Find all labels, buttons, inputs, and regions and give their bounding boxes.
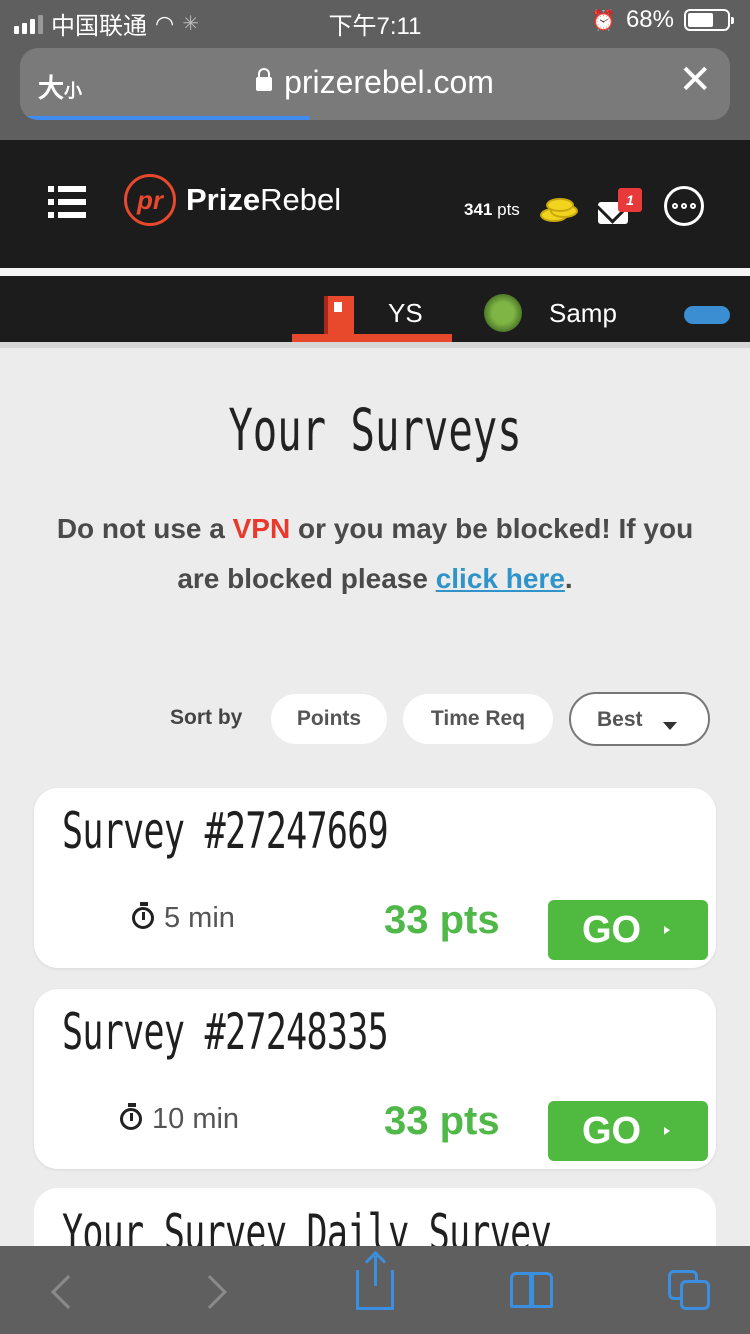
go-button[interactable]: GO xyxy=(548,900,708,960)
more-options-icon[interactable] xyxy=(664,186,704,226)
survey-duration: 5 min xyxy=(132,902,235,935)
stopwatch-icon xyxy=(120,1103,142,1130)
sort-selected-value: Best xyxy=(597,708,643,731)
sort-points-button[interactable]: Points xyxy=(271,694,387,744)
status-bar: 中国联通 ◠ ✳ 下午7:11 ⏰ 68% xyxy=(0,0,750,40)
status-right: ⏰ 68% xyxy=(591,6,734,34)
flag-icon xyxy=(324,296,354,334)
play-icon xyxy=(664,926,670,934)
logo-wordmark: PrizeRebel xyxy=(186,182,342,217)
survey-card[interactable]: Survey #27248335 10 min 33 pts GO xyxy=(34,989,716,1169)
sort-time-button[interactable]: Time Req xyxy=(403,694,553,744)
tab-divider xyxy=(0,342,750,348)
battery-icon xyxy=(684,9,734,31)
page-load-progress xyxy=(26,116,310,120)
stopwatch-icon xyxy=(132,902,154,929)
vpn-notice: Do not use a VPN or you may be blocked! … xyxy=(56,513,694,594)
play-icon xyxy=(664,1127,670,1135)
active-tab-indicator xyxy=(292,334,452,342)
survey-duration: 10 min xyxy=(120,1103,239,1136)
browser-address-area: 大小 prizerebel.com ✕ xyxy=(0,40,750,140)
survey-card[interactable]: Survey #27247669 5 min 33 pts GO xyxy=(34,788,716,968)
prizerebel-logo[interactable]: pr PrizeRebel xyxy=(124,174,341,226)
tab-your-surveys[interactable]: YS xyxy=(292,276,452,342)
back-icon[interactable] xyxy=(51,1275,85,1309)
tab-label: Samp xyxy=(549,298,617,328)
url-display[interactable]: prizerebel.com xyxy=(20,64,730,101)
mail-badge: 1 xyxy=(618,188,642,212)
forward-icon[interactable] xyxy=(193,1275,227,1309)
header-divider xyxy=(0,268,750,276)
section-tabs: YS Samp xyxy=(0,276,750,342)
survey-points: 33 pts xyxy=(384,898,500,942)
sort-select[interactable]: Best xyxy=(569,692,710,746)
tabs-icon[interactable] xyxy=(668,1270,712,1310)
survey-title: Survey #27247669 xyxy=(62,802,389,860)
battery-percent: 68% xyxy=(625,6,674,33)
survey-points: 33 pts xyxy=(384,1099,500,1143)
logo-mark: pr xyxy=(124,174,176,226)
site-header: pr PrizeRebel 341 pts 1 xyxy=(0,140,750,268)
survey-title: Survey #27248335 xyxy=(62,1003,389,1061)
click-here-link[interactable]: click here xyxy=(436,563,565,594)
bookmarks-icon[interactable] xyxy=(510,1272,556,1308)
page-title: Your Surveys xyxy=(228,396,522,464)
go-button[interactable]: GO xyxy=(548,1101,708,1161)
url-text: prizerebel.com xyxy=(284,64,494,100)
alarm-icon: ⏰ xyxy=(591,9,616,32)
sort-bar: Sort by Points Time Req Best xyxy=(0,692,750,746)
chevron-down-icon xyxy=(663,722,677,730)
menu-icon[interactable] xyxy=(48,186,86,225)
browser-toolbar xyxy=(0,1246,750,1334)
stop-loading-button[interactable]: ✕ xyxy=(678,60,712,100)
points-balance[interactable]: 341 pts xyxy=(464,200,520,220)
vpn-word: VPN xyxy=(232,513,291,544)
share-icon[interactable] xyxy=(356,1256,394,1310)
tab-pill-icon[interactable] xyxy=(684,306,730,324)
coins-icon xyxy=(540,198,580,224)
lock-icon xyxy=(256,68,273,91)
tab-label: YS xyxy=(388,298,423,328)
virus-icon xyxy=(484,294,522,332)
address-bar[interactable]: 大小 prizerebel.com ✕ xyxy=(20,48,730,120)
sort-label: Sort by xyxy=(170,706,243,729)
